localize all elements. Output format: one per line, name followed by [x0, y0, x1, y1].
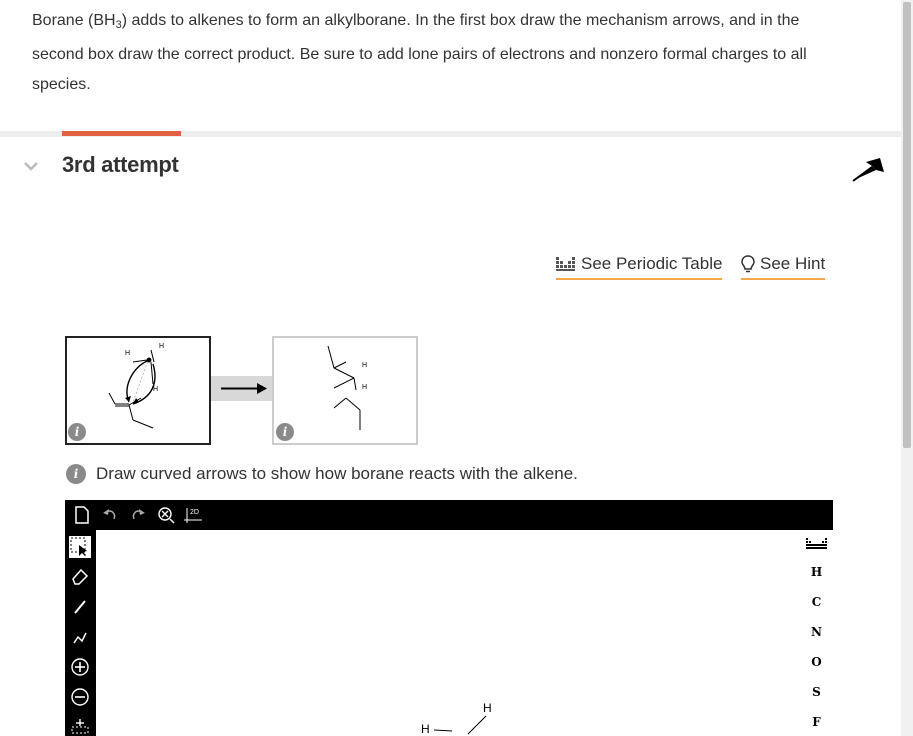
element-o-button[interactable]: O	[800, 655, 833, 669]
step-2-info-icon[interactable]: i	[276, 423, 294, 441]
attempt-tab-indicator	[62, 131, 181, 136]
chain-icon[interactable]	[69, 626, 91, 648]
periodic-table-small-icon[interactable]	[800, 538, 833, 553]
lone-pair-icon[interactable]	[69, 714, 91, 736]
canvas-h-left: H	[421, 722, 430, 736]
negative-charge-icon[interactable]	[69, 686, 91, 708]
step-1-h-top: H	[159, 343, 165, 350]
step-2-h-bottom: H	[362, 384, 368, 391]
drawing-canvas[interactable]: H H	[96, 530, 800, 736]
element-f-button[interactable]: F	[800, 715, 833, 729]
select-icon[interactable]	[69, 536, 91, 558]
canvas-h-top: H	[483, 701, 492, 715]
instruction-text: Draw curved arrows to show how borane re…	[96, 464, 578, 483]
2d-icon[interactable]: 2D	[183, 504, 205, 526]
element-palette: H C N O S F	[800, 530, 833, 736]
element-h-button[interactable]: H	[800, 565, 833, 579]
question-text: Borane (BH3) adds to alkenes to form an …	[32, 6, 852, 100]
drawing-editor: 2D H H H C N O S F	[65, 500, 833, 736]
redo-icon[interactable]	[127, 504, 149, 526]
step-2-h-top: H	[362, 362, 368, 369]
element-s-button[interactable]: S	[800, 685, 833, 699]
editor-toolbar: 2D	[65, 500, 833, 530]
step-arrow	[211, 376, 272, 401]
question-part2: ) adds to alkenes to form an alkylborane…	[32, 12, 807, 93]
positive-charge-icon[interactable]	[69, 656, 91, 678]
step-2-structure	[327, 345, 361, 430]
step-1-info-icon[interactable]: i	[68, 423, 86, 441]
instruction: i Draw curved arrows to show how borane …	[66, 464, 578, 484]
scrollbar-thumb[interactable]	[903, 2, 911, 448]
canvas-structure	[433, 715, 487, 735]
left-toolbar	[65, 530, 96, 736]
step-1-structure	[108, 349, 156, 429]
periodic-table-icon	[556, 257, 575, 271]
clear-icon[interactable]	[155, 504, 177, 526]
instruction-info-icon[interactable]: i	[66, 464, 86, 484]
arrow-right-icon	[221, 383, 267, 394]
periodic-table-label: See Periodic Table	[581, 254, 723, 273]
lightbulb-icon	[741, 255, 755, 273]
new-document-icon[interactable]	[71, 504, 93, 526]
hint-label: See Hint	[760, 254, 826, 273]
periodic-table-link[interactable]: See Periodic Table	[556, 254, 723, 280]
attempt-title[interactable]: 3rd attempt	[62, 152, 179, 178]
element-c-button[interactable]: C	[800, 595, 833, 609]
hint-link[interactable]: See Hint	[741, 254, 826, 280]
step-1-h-bottom: H	[153, 386, 159, 393]
undo-icon[interactable]	[99, 504, 121, 526]
eraser-icon[interactable]	[69, 566, 91, 588]
2d-label: 2D	[190, 509, 199, 516]
step-2-box[interactable]: H H	[272, 336, 418, 445]
step-1-box[interactable]: H H H	[65, 336, 211, 445]
bond-icon[interactable]	[69, 596, 91, 618]
pin-icon[interactable]	[850, 154, 888, 184]
element-n-button[interactable]: N	[800, 625, 833, 639]
question-part1: Borane (BH	[32, 12, 116, 29]
step-1-h-left: H	[125, 350, 131, 357]
chevron-down-icon[interactable]	[22, 159, 40, 173]
